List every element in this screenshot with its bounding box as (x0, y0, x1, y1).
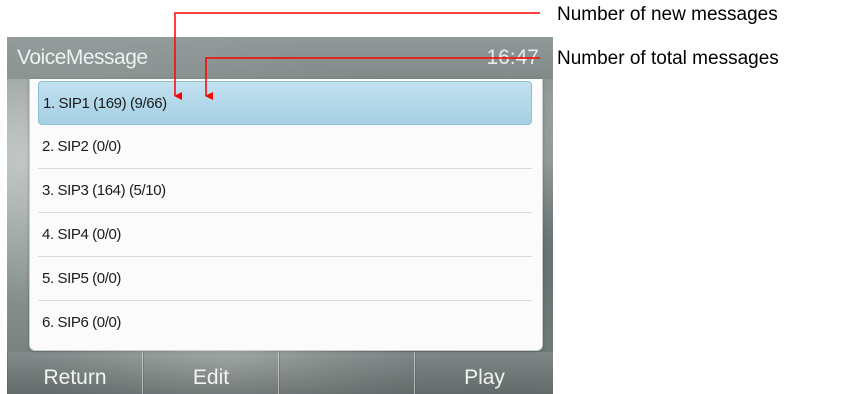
total-messages-callout (205, 57, 540, 100)
new-messages-annotation: Number of new messages (557, 4, 778, 25)
total-messages-annotation: Number of total messages (557, 48, 779, 69)
new-messages-callout (174, 12, 540, 100)
